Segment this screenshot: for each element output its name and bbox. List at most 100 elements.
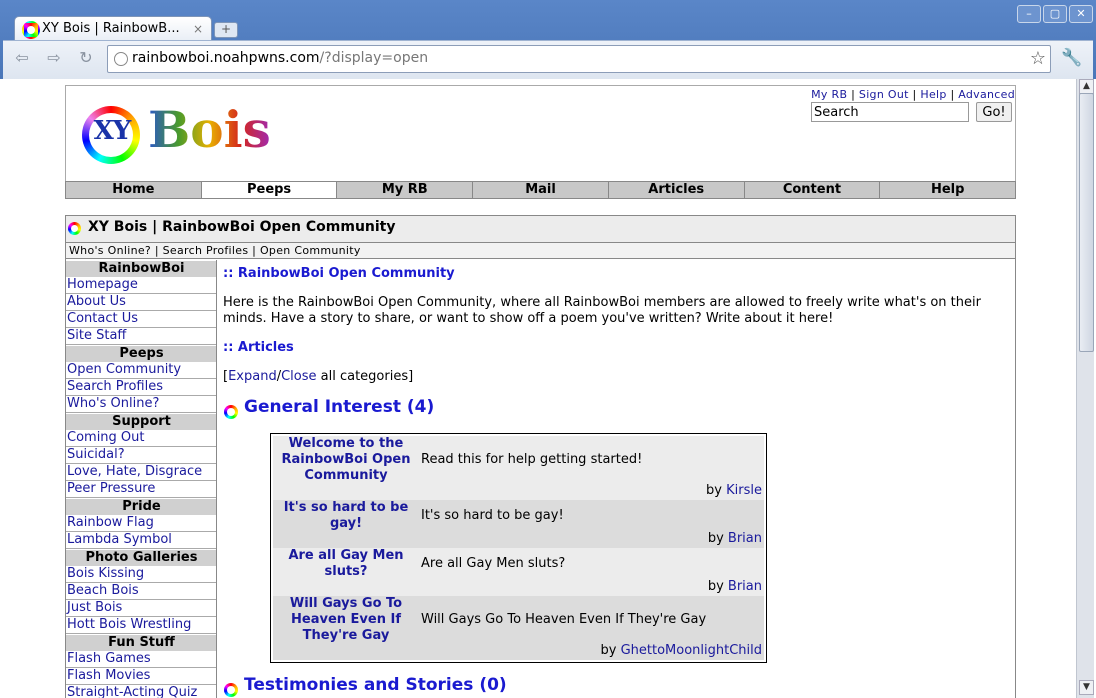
sidebar-item[interactable]: Hott Bois Wrestling	[66, 617, 217, 634]
intro-line-1: Here is the RainbowBoi Open Community, w…	[223, 295, 981, 310]
sidebar-item[interactable]: Coming Out	[66, 430, 217, 447]
sidebar-item[interactable]: About Us	[66, 294, 217, 311]
new-tab-button[interactable]: +	[214, 22, 238, 38]
url-path: /?display=open	[319, 50, 429, 66]
bookmark-star-icon[interactable]: ☆	[1030, 48, 1046, 69]
browser-tab[interactable]: XY Bois | RainbowB... ×	[14, 16, 212, 41]
article-row: Will Gays Go To Heaven Even If They're G…	[273, 596, 764, 660]
page-info-icon	[114, 52, 128, 66]
sidebar-item[interactable]: Site Staff	[66, 328, 217, 345]
sidebar-item[interactable]: Open Community	[66, 362, 217, 379]
rainbow-ring-icon	[68, 222, 81, 235]
search-input[interactable]	[811, 102, 969, 122]
link-advanced[interactable]: Advanced	[958, 88, 1015, 101]
sidebar-item[interactable]: Just Bois	[66, 600, 217, 617]
section-title: XY Bois | RainbowBoi Open Community	[88, 219, 396, 235]
tab-close-icon[interactable]: ×	[193, 17, 203, 41]
article-title[interactable]: Welcome to the RainbowBoi Open Community	[273, 436, 419, 484]
close-link[interactable]: Close	[281, 369, 316, 384]
article-byline: by Kirsle	[706, 483, 762, 498]
articles-table: Welcome to the RainbowBoi Open Community…	[270, 433, 767, 663]
nav-my-rb[interactable]: My RB	[337, 182, 474, 198]
articles-heading: :: Articles	[223, 340, 294, 355]
address-bar[interactable]: rainbowboi.noahpwns.com/?display=open ☆	[107, 45, 1051, 73]
scroll-down-icon[interactable]: ▼	[1079, 680, 1094, 695]
article-row: Are all Gay Men sluts? Are all Gay Men sl…	[273, 548, 764, 596]
by-label: by	[707, 579, 724, 594]
sidebar-item[interactable]: Straight-Acting Quiz	[66, 685, 217, 698]
sidebar-heading: RainbowBoi	[66, 260, 217, 277]
sidebar-item[interactable]: Search Profiles	[66, 379, 217, 396]
logo-bois-text: Bois	[148, 100, 271, 159]
sidebar-item[interactable]: Lambda Symbol	[66, 532, 217, 549]
link-my-rb[interactable]: My RB	[811, 88, 847, 101]
vertical-scrollbar[interactable]: ▲ ▼	[1076, 79, 1094, 698]
site-header: XY Bois My RB | Sign Out | Help | Advanc…	[65, 85, 1016, 181]
link-help[interactable]: Help	[920, 88, 946, 101]
sidebar-heading: Support	[66, 413, 217, 430]
scroll-up-icon[interactable]: ▲	[1079, 79, 1094, 94]
scroll-thumb[interactable]	[1079, 93, 1094, 352]
community-section: XY Bois | RainbowBoi Open Community Who'…	[65, 215, 1016, 698]
article-author[interactable]: Brian	[728, 579, 762, 594]
sidebar-item[interactable]: Homepage	[66, 277, 217, 294]
article-author[interactable]: Kirsle	[726, 483, 762, 498]
article-desc: Are all Gay Men sluts?	[421, 556, 566, 571]
sidebar-item[interactable]: Bois Kissing	[66, 566, 217, 583]
article-author[interactable]: Brian	[728, 531, 762, 546]
sidebar-item[interactable]: Love, Hate, Disgrace	[66, 464, 217, 481]
sidebar-item[interactable]: Beach Bois	[66, 583, 217, 600]
nav-articles[interactable]: Articles	[608, 182, 745, 198]
category-testimonies[interactable]: Testimonies and Stories (0)	[244, 675, 507, 695]
sidebar-item[interactable]: Peer Pressure	[66, 481, 217, 498]
sidebar-divider	[216, 260, 217, 698]
go-button[interactable]: Go!	[976, 102, 1012, 122]
forward-icon[interactable]: ⇨	[43, 48, 65, 68]
by-label: by	[707, 531, 724, 546]
sidebar-item[interactable]: Contact Us	[66, 311, 217, 328]
reload-icon[interactable]: ↻	[75, 48, 97, 68]
expand-rest: all categories]	[316, 369, 414, 384]
expand-close-line: [Expand/Close all categories]	[223, 369, 413, 385]
sidebar-heading: Pride	[66, 498, 217, 515]
section-title-bar: XY Bois | RainbowBoi Open Community	[66, 216, 1015, 243]
article-title[interactable]: Will Gays Go To Heaven Even If They're G…	[273, 596, 419, 644]
site-favicon-icon	[22, 21, 40, 39]
article-title[interactable]: Are all Gay Men sluts?	[273, 548, 419, 580]
wrench-menu-icon[interactable]: 🔧	[1061, 48, 1082, 68]
nav-help[interactable]: Help	[880, 182, 1016, 198]
sidebar-item[interactable]: Who's Online?	[66, 396, 217, 413]
sidebar-item[interactable]: Rainbow Flag	[66, 515, 217, 532]
article-row: Welcome to the RainbowBoi Open Community…	[273, 436, 764, 500]
close-window-icon[interactable]: ✕	[1069, 5, 1093, 23]
sidebar-item[interactable]: Flash Movies	[66, 668, 217, 685]
article-desc: It's so hard to be gay!	[421, 508, 564, 523]
category-general-interest[interactable]: General Interest (4)	[244, 397, 434, 417]
sidebar-heading: Photo Galleries	[66, 549, 217, 566]
back-icon[interactable]: ⇦	[11, 48, 33, 68]
nav-mail[interactable]: Mail	[473, 182, 609, 198]
sidebar-item[interactable]: Suicidal?	[66, 447, 217, 464]
article-author[interactable]: GhettoMoonlightChild	[621, 643, 762, 658]
article-byline: by GhettoMoonlightChild	[600, 643, 762, 658]
url-host: rainbowboi.noahpwns.com	[132, 50, 320, 66]
page: XY Bois My RB | Sign Out | Help | Advanc…	[0, 79, 1076, 698]
main-nav: Home Peeps My RB Mail Articles Content H…	[65, 181, 1016, 199]
article-byline: by Brian	[708, 579, 762, 594]
breadcrumb[interactable]: Who's Online? | Search Profiles | Open C…	[66, 243, 1015, 259]
minimize-icon[interactable]: –	[1017, 5, 1041, 23]
tab-title: XY Bois | RainbowB...	[42, 21, 180, 36]
link-sign-out[interactable]: Sign Out	[859, 88, 909, 101]
logo-xy-text: XY	[93, 116, 132, 146]
sidebar: RainbowBoi Homepage About Us Contact Us Site…	[66, 260, 217, 698]
article-byline: by Brian	[708, 531, 762, 546]
article-title[interactable]: It's so hard to be gay!	[273, 500, 419, 532]
sidebar-item[interactable]: Flash Games	[66, 651, 217, 668]
nav-peeps[interactable]: Peeps	[201, 182, 338, 198]
nav-content[interactable]: Content	[744, 182, 881, 198]
nav-home[interactable]: Home	[66, 182, 202, 198]
maximize-icon[interactable]: ▢	[1043, 5, 1067, 23]
expand-link[interactable]: Expand	[228, 369, 277, 384]
category-icon	[224, 405, 238, 419]
by-label: by	[600, 643, 617, 658]
